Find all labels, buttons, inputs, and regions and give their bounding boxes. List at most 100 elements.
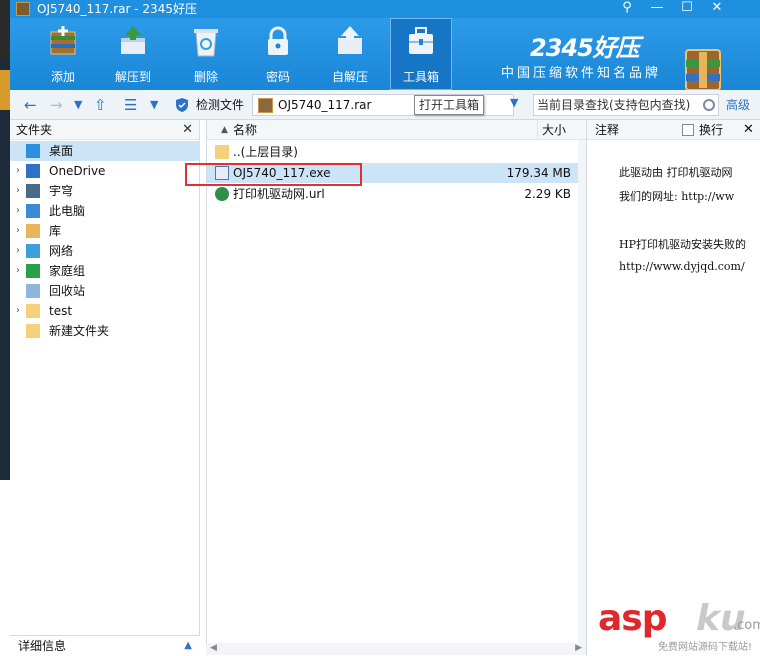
expand-arrow-icon[interactable]: ›: [16, 301, 20, 321]
details-footer[interactable]: 详细信息 ▲: [10, 635, 200, 655]
shield-icon: [176, 98, 188, 112]
tree-item[interactable]: › OneDrive: [10, 161, 200, 181]
comment-title: 注释: [595, 123, 620, 137]
brand-slogan: 中国压缩软件知名品牌: [501, 66, 662, 81]
column-size-header[interactable]: 大小: [537, 120, 587, 140]
password-button[interactable]: 密码: [247, 18, 309, 90]
search-icon[interactable]: [703, 99, 715, 111]
folder-panel-title: 文件夹: [16, 123, 53, 137]
file-size: 179.34 MB: [506, 166, 571, 180]
add-label: 添加: [50, 70, 75, 84]
recycle-delete-icon: [194, 29, 218, 57]
tree-item[interactable]: 桌面: [10, 141, 200, 161]
advanced-search-link[interactable]: 高级: [726, 95, 750, 115]
extract-to-icon: [121, 26, 145, 54]
folder-icon: [26, 324, 40, 338]
expand-arrow-icon[interactable]: ›: [16, 181, 20, 201]
tree-item[interactable]: › 宇穹: [10, 181, 200, 201]
self-extract-label: 自解压: [331, 70, 368, 84]
search-input[interactable]: 当前目录查找(支持包内查找): [533, 94, 719, 116]
comment-panel: 注释 换行 ✕ 此驱动由 打印机驱动网 我们的网址: http://ww HP打印机…: [586, 120, 760, 655]
history-dropdown-icon[interactable]: ▼: [74, 95, 82, 115]
desktop-icon: [26, 144, 40, 158]
path-dropdown-icon[interactable]: ▼: [510, 96, 518, 109]
expand-arrow-icon[interactable]: ›: [16, 241, 20, 261]
tree-item[interactable]: › 家庭组: [10, 261, 200, 281]
file-row[interactable]: ..(上层目录): [207, 142, 587, 162]
file-list-hscrollbar[interactable]: ◀ ▶: [206, 643, 586, 655]
toolbox-button[interactable]: 工具箱: [390, 18, 452, 90]
tree-item-label: 此电脑: [49, 204, 86, 218]
file-name: ..(上层目录): [233, 145, 298, 159]
file-name: 打印机驱动网.url: [233, 187, 325, 201]
details-label: 详细信息: [18, 639, 67, 653]
detect-file-button[interactable]: 检测文件: [172, 95, 252, 115]
network-icon: [26, 244, 40, 258]
file-size: 2.29 KB: [524, 187, 571, 201]
folder-panel-close-icon[interactable]: ✕: [182, 120, 193, 140]
tree-item-label: 新建文件夹: [49, 324, 110, 338]
toolbox-icon: [409, 27, 433, 54]
expand-arrow-icon[interactable]: ›: [16, 261, 20, 281]
desktop-top-strip: [0, 0, 10, 60]
watermark-red-text: asp: [598, 598, 667, 639]
user-icon: [26, 184, 40, 198]
brand-name: 2345好压: [530, 34, 640, 62]
maximize-button[interactable]: ☐: [672, 0, 702, 18]
highlight-box: [185, 163, 362, 186]
column-name-header[interactable]: 名称: [233, 120, 257, 140]
cloud-icon: [26, 164, 40, 178]
desktop-background: [0, 0, 10, 655]
forward-arrow-icon[interactable]: →: [50, 95, 63, 115]
file-row[interactable]: 打印机驱动网.url 2.29 KB: [207, 184, 587, 204]
collapse-up-icon[interactable]: ▲: [184, 636, 192, 656]
file-list-panel: ▲ 名称 大小 ..(上层目录) OJ5740_117.exe 179.34 MB 打…: [206, 120, 587, 655]
expand-arrow-icon[interactable]: ›: [16, 201, 20, 221]
sort-up-icon: ▲: [221, 125, 228, 135]
tree-item[interactable]: › 此电脑: [10, 201, 200, 221]
comment-line: 我们的网址: http://ww: [619, 190, 735, 203]
tree-item-label: test: [49, 304, 73, 318]
extract-to-button[interactable]: 解压到: [102, 18, 164, 90]
back-arrow-icon[interactable]: ←: [24, 95, 37, 115]
app-archive-icon: [16, 2, 30, 16]
watermark: asp ku .com 免费网站源码下载站!: [598, 598, 760, 655]
tree-item[interactable]: › 库: [10, 221, 200, 241]
toolbox-tooltip: 打开工具箱: [414, 95, 484, 115]
tree-item-label: OneDrive: [49, 164, 106, 178]
folder-up-icon: [215, 145, 229, 159]
tree-item-label: 桌面: [49, 144, 74, 158]
expand-arrow-icon[interactable]: ›: [16, 221, 20, 241]
password-label: 密码: [265, 70, 290, 84]
view-list-icon[interactable]: ☰: [124, 95, 137, 115]
minimize-button[interactable]: —: [642, 0, 672, 18]
view-dropdown-icon[interactable]: ▼: [150, 95, 158, 115]
add-archive-icon: [50, 26, 76, 55]
tree-item-label: 宇穹: [49, 184, 74, 198]
watermark-subtitle: 免费网站源码下载站!: [658, 642, 753, 653]
add-button[interactable]: 添加: [32, 18, 94, 90]
app-window: OJ5740_117.rar - 2345好压 ⚲ — ☐ ✕ 添加 解压到 删…: [10, 0, 760, 655]
recycle-bin-icon: [26, 284, 40, 298]
delete-button[interactable]: 删除: [175, 18, 237, 90]
close-button[interactable]: ✕: [702, 0, 732, 18]
pin-button[interactable]: ⚲: [612, 0, 642, 18]
up-folder-icon[interactable]: ⇧: [94, 95, 107, 115]
file-list-scrollbar[interactable]: [578, 140, 586, 655]
wrap-checkbox[interactable]: [682, 124, 694, 136]
wrap-label: 换行: [699, 123, 724, 137]
desktop-mid-strip: [0, 60, 10, 480]
expand-arrow-icon[interactable]: ›: [16, 161, 20, 181]
toolbox-label: 工具箱: [402, 70, 439, 84]
self-extract-button[interactable]: 自解压: [319, 18, 381, 90]
tree-item[interactable]: › test: [10, 301, 200, 321]
lock-icon: [268, 26, 288, 55]
tree-item[interactable]: › 网络: [10, 241, 200, 261]
tree-item[interactable]: 回收站: [10, 281, 200, 301]
comment-line: 此驱动由 打印机驱动网: [619, 166, 733, 179]
tree-item[interactable]: 新建文件夹: [10, 321, 200, 341]
computer-icon: [26, 204, 40, 218]
self-extract-icon: [338, 26, 362, 54]
comment-close-icon[interactable]: ✕: [743, 120, 754, 140]
extract-to-label: 解压到: [114, 70, 151, 84]
